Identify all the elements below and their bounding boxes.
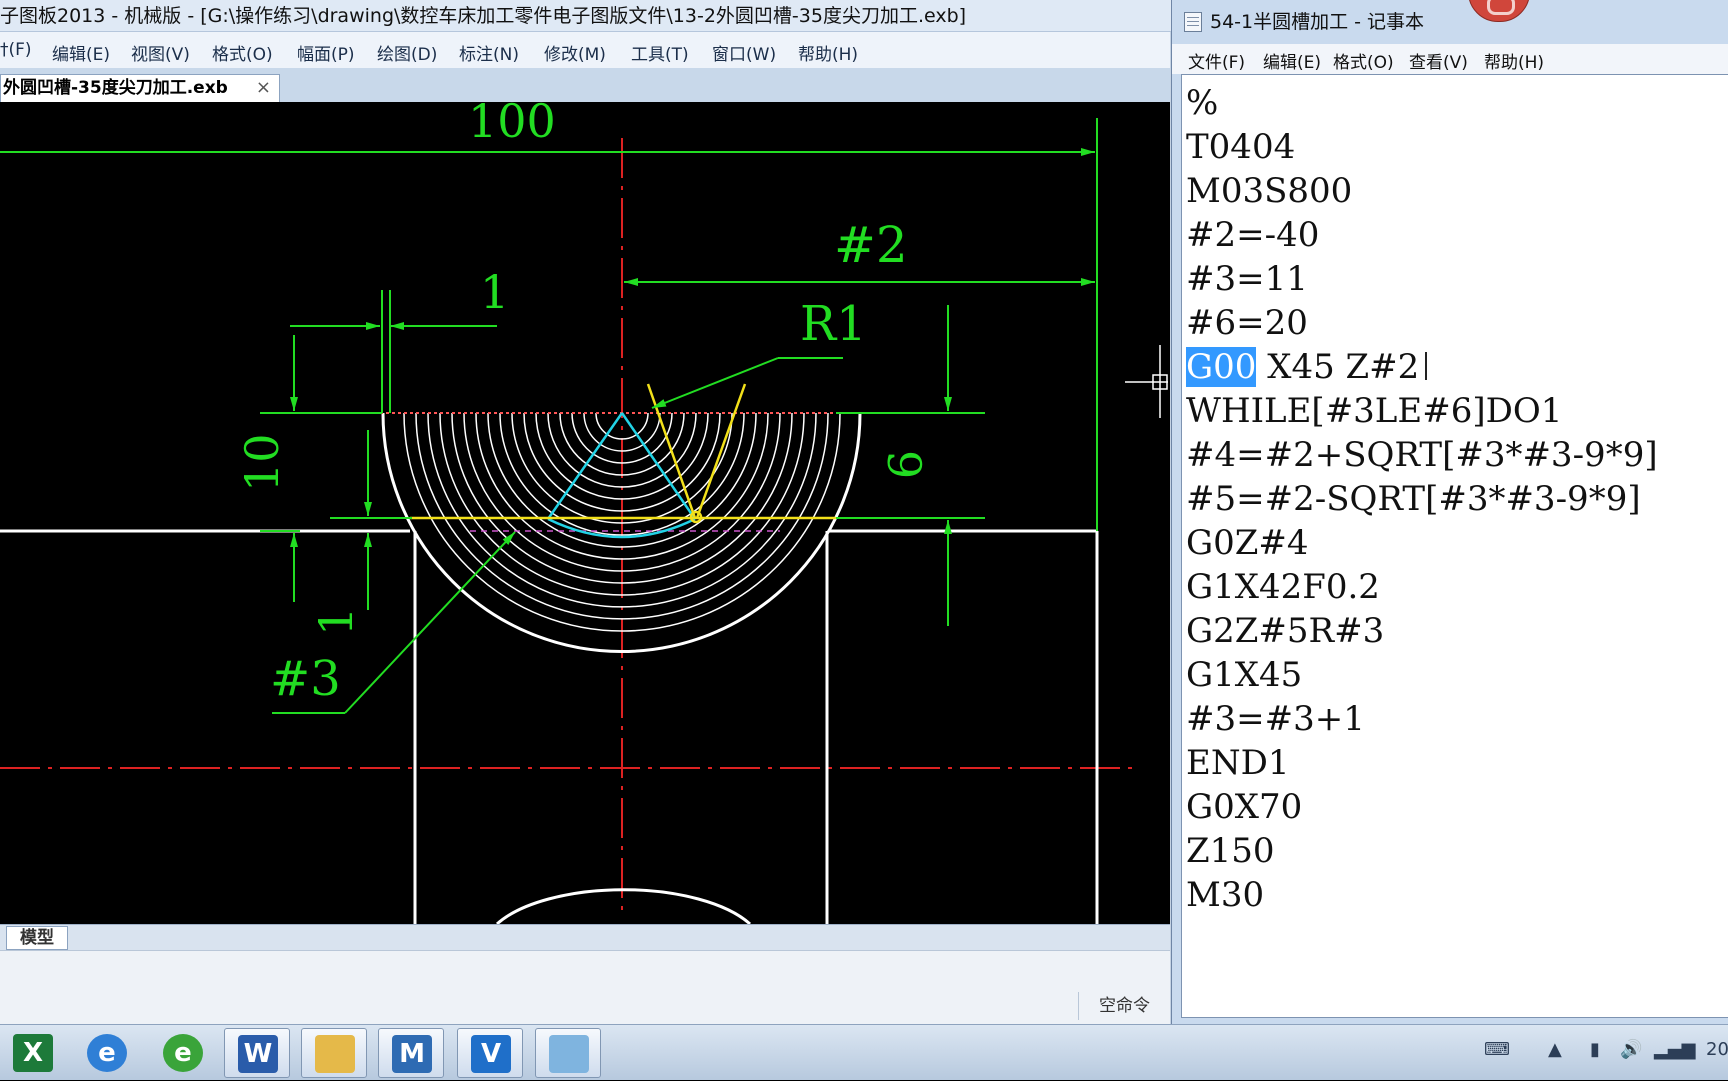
volume-icon[interactable]: 🔊 xyxy=(1620,1039,1642,1060)
document-tab[interactable]: 外圆凹槽-35度尖刀加工.exb × xyxy=(0,74,280,102)
menu-help[interactable]: 帮助(H) xyxy=(798,40,858,65)
caxa-icon: M xyxy=(392,1035,432,1073)
folder-icon xyxy=(315,1035,355,1073)
app-v-icon: V xyxy=(471,1035,511,1073)
code-line: WHILE[#3LE#6]DO1 xyxy=(1186,391,1563,431)
dim-depth-1: 1 xyxy=(309,607,363,636)
drawing: 100 #2 1 R1 10 9 1 #3 xyxy=(0,102,1168,924)
notepad-icon xyxy=(549,1035,589,1073)
document-tab-label: 外圆凹槽-35度尖刀加工.exb xyxy=(3,78,228,98)
clock-text[interactable]: 20 xyxy=(1706,1039,1728,1060)
menu-dimension[interactable]: 标注(N) xyxy=(459,40,519,65)
part-outline xyxy=(0,412,1099,924)
code-line: #3=11 xyxy=(1186,259,1308,299)
taskbar-excel[interactable]: X xyxy=(0,1028,66,1078)
taskbar-word[interactable]: W xyxy=(224,1028,290,1078)
np-menu-edit[interactable]: 编辑(E) xyxy=(1263,48,1321,73)
taskbar-folder[interactable] xyxy=(301,1028,367,1078)
code-line: G2Z#5R#3 xyxy=(1186,611,1385,651)
menu-format[interactable]: 格式(O) xyxy=(212,40,273,65)
network-icon[interactable]: ▂▄▆ xyxy=(1654,1039,1696,1060)
menu-tools[interactable]: 工具(T) xyxy=(631,40,689,65)
taskbar-ie-green[interactable]: e xyxy=(150,1028,216,1078)
menu-view[interactable]: 视图(V) xyxy=(131,40,190,65)
command-bar: 空命令 xyxy=(0,950,1170,1024)
menu-window[interactable]: 窗口(W) xyxy=(712,40,776,65)
close-icon[interactable]: × xyxy=(256,75,271,101)
dim-var-length: #2 xyxy=(834,216,908,274)
code-line: M03S800 xyxy=(1186,171,1353,211)
battery-icon[interactable]: ▮ xyxy=(1590,1039,1600,1060)
np-menu-format[interactable]: 格式(O) xyxy=(1333,48,1394,73)
command-status: 空命令 xyxy=(1078,992,1170,1020)
excel-icon: X xyxy=(13,1034,53,1072)
code-line: #4=#2+SQRT[#3*#3-9*9] xyxy=(1186,435,1658,475)
menu-draw[interactable]: 绘图(D) xyxy=(377,40,437,65)
text-cursor-icon xyxy=(1425,352,1428,380)
code-line: G0Z#4 xyxy=(1186,523,1309,563)
code-line: T0404 xyxy=(1186,127,1296,167)
keyboard-icon[interactable]: ⌨ xyxy=(1484,1039,1510,1060)
menu-modify[interactable]: 修改(M) xyxy=(544,40,606,65)
dim-width-1: 1 xyxy=(480,265,509,319)
code-line: G1X42F0.2 xyxy=(1186,567,1380,607)
dim-height-9: 9 xyxy=(877,450,931,479)
notepad-menubar: 文件(F) 编辑(E) 格式(O) 查看(V) 帮助(H) xyxy=(1172,44,1728,74)
code-line: M30 xyxy=(1186,875,1265,915)
document-tab-strip: 外圆凹槽-35度尖刀加工.exb × xyxy=(0,68,1180,102)
dim-overall-length: 100 xyxy=(468,102,556,148)
code-line: % xyxy=(1186,83,1219,123)
taskbar-ie[interactable]: e xyxy=(74,1028,140,1078)
np-menu-help[interactable]: 帮助(H) xyxy=(1484,48,1544,73)
menu-sheet[interactable]: 幅面(P) xyxy=(297,40,355,65)
dim-radius: R1 xyxy=(800,296,867,352)
code-line: #6=20 xyxy=(1186,303,1308,343)
cad-menubar: †(F) 编辑(E) 视图(V) 格式(O) 幅面(P) 绘图(D) 标注(N)… xyxy=(0,32,1180,68)
code-line: #2=-40 xyxy=(1186,215,1320,255)
model-tab[interactable]: 模型 xyxy=(6,926,68,950)
taskbar: X e e W M V ⌨ ▲ ▮ 🔊 ▂▄▆ 20 xyxy=(0,1024,1728,1080)
np-menu-view[interactable]: 查看(V) xyxy=(1409,48,1468,73)
notepad-icon xyxy=(1184,12,1202,32)
system-tray: ⌨ ▲ ▮ 🔊 ▂▄▆ 20 xyxy=(1428,1025,1728,1081)
notepad-window: 54-1半圆槽加工 - 记事本 文件(F) 编辑(E) 格式(O) 查看(V) … xyxy=(1171,0,1728,1024)
code-line: G1X45 xyxy=(1186,655,1303,695)
notepad-text-area[interactable]: % T0404 M03S800 #2=-40 #3=11 #6=20 G00 X… xyxy=(1181,74,1728,1018)
selected-text: G00 xyxy=(1186,347,1257,387)
ie-green-icon: e xyxy=(163,1034,203,1072)
np-menu-file[interactable]: 文件(F) xyxy=(1188,48,1245,73)
code-line-rest: X45 Z#2 xyxy=(1256,347,1420,387)
taskbar-notepad[interactable] xyxy=(535,1028,601,1078)
drawing-canvas[interactable]: 100 #2 1 R1 10 9 1 #3 xyxy=(0,102,1170,924)
cad-window-title: 子图板2013 - 机械版 - [G:\操作练习\drawing\数控车床加工零… xyxy=(0,0,1180,32)
code-line: #5=#2-SQRT[#3*#3-9*9] xyxy=(1186,479,1641,519)
notepad-title-text: 54-1半圆槽加工 - 记事本 xyxy=(1210,11,1425,33)
layout-tab-strip: 模型 xyxy=(0,924,1170,950)
dim-height-10: 10 xyxy=(235,433,289,492)
show-hidden-icons-icon[interactable]: ▲ xyxy=(1548,1039,1562,1060)
code-line: END1 xyxy=(1186,743,1290,783)
code-line: G0X70 xyxy=(1186,787,1303,827)
notepad-title: 54-1半圆槽加工 - 记事本 xyxy=(1172,0,1728,44)
menu-file[interactable]: †(F) xyxy=(0,40,32,60)
code-line: #3=#3+1 xyxy=(1186,699,1365,739)
ie-icon: e xyxy=(87,1034,127,1072)
taskbar-caxa[interactable]: M xyxy=(378,1028,444,1078)
taskbar-app-v[interactable]: V xyxy=(457,1028,523,1078)
code-line: Z150 xyxy=(1186,831,1275,871)
word-icon: W xyxy=(238,1035,278,1073)
crosshair-cursor-icon xyxy=(1125,345,1168,418)
menu-edit[interactable]: 编辑(E) xyxy=(52,40,110,65)
code-line-selected: G00 X45 Z#2 xyxy=(1186,345,1658,389)
dim-var-radius: #3 xyxy=(270,651,341,707)
